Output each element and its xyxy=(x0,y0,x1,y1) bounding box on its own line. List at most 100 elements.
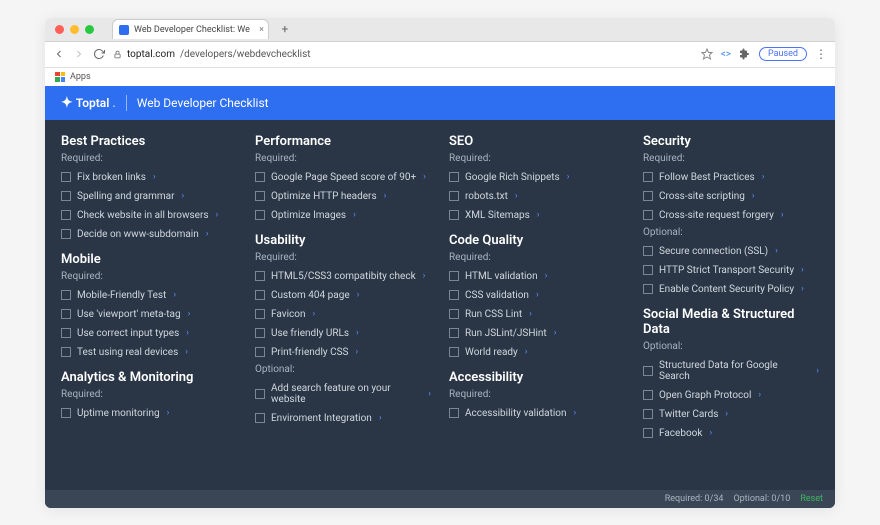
checkbox-icon[interactable] xyxy=(255,172,265,182)
chevron-right-icon[interactable]: › xyxy=(567,172,570,182)
checklist-item[interactable]: Test using real devices› xyxy=(61,345,237,360)
chevron-right-icon[interactable]: › xyxy=(384,191,387,201)
chevron-right-icon[interactable]: › xyxy=(758,390,761,400)
checklist-item[interactable]: Cross-site scripting› xyxy=(643,189,819,204)
checkbox-icon[interactable] xyxy=(61,290,71,300)
checklist-item[interactable]: Run CSS Lint› xyxy=(449,307,625,322)
checkbox-icon[interactable] xyxy=(449,347,459,357)
checklist-item[interactable]: Enable Content Security Policy› xyxy=(643,282,819,297)
checkbox-icon[interactable] xyxy=(449,191,459,201)
chevron-right-icon[interactable]: › xyxy=(423,172,426,182)
chevron-right-icon[interactable]: › xyxy=(153,172,156,182)
checkbox-icon[interactable] xyxy=(255,309,265,319)
chevron-right-icon[interactable]: › xyxy=(816,366,819,376)
chevron-right-icon[interactable]: › xyxy=(173,290,176,300)
url-field[interactable]: toptal.com/developers/webdevchecklist xyxy=(113,49,693,60)
traffic-max-icon[interactable] xyxy=(85,25,94,34)
apps-label[interactable]: Apps xyxy=(70,72,91,82)
brand-logo[interactable]: ✦ Toptal. xyxy=(61,95,116,111)
forward-icon[interactable] xyxy=(73,48,85,60)
checklist-item[interactable]: Optimize Images› xyxy=(255,208,431,223)
checkbox-icon[interactable] xyxy=(449,172,459,182)
checkbox-icon[interactable] xyxy=(255,271,265,281)
checkbox-icon[interactable] xyxy=(255,413,265,423)
checkbox-icon[interactable] xyxy=(643,191,653,201)
checkbox-icon[interactable] xyxy=(61,191,71,201)
checkbox-icon[interactable] xyxy=(643,284,653,294)
checkbox-icon[interactable] xyxy=(61,408,71,418)
checkbox-icon[interactable] xyxy=(449,210,459,220)
apps-icon[interactable] xyxy=(55,72,65,82)
chevron-right-icon[interactable]: › xyxy=(781,210,784,220)
checkbox-icon[interactable] xyxy=(449,290,459,300)
new-tab-button[interactable]: + xyxy=(275,22,295,36)
chevron-right-icon[interactable]: › xyxy=(801,265,804,275)
chevron-right-icon[interactable]: › xyxy=(428,389,431,399)
reset-link[interactable]: Reset xyxy=(800,494,823,504)
chevron-right-icon[interactable]: › xyxy=(216,210,219,220)
checkbox-icon[interactable] xyxy=(449,271,459,281)
chevron-right-icon[interactable]: › xyxy=(515,191,518,201)
checklist-item[interactable]: Run JSLint/JSHint› xyxy=(449,326,625,341)
checklist-item[interactable]: HTTP Strict Transport Security› xyxy=(643,263,819,278)
chevron-right-icon[interactable]: › xyxy=(312,309,315,319)
checkbox-icon[interactable] xyxy=(643,172,653,182)
chevron-right-icon[interactable]: › xyxy=(554,328,557,338)
checkbox-icon[interactable] xyxy=(61,210,71,220)
chevron-right-icon[interactable]: › xyxy=(181,191,184,201)
checklist-item[interactable]: CSS validation› xyxy=(449,288,625,303)
checklist-item[interactable]: Google Rich Snippets› xyxy=(449,170,625,185)
chevron-right-icon[interactable]: › xyxy=(574,408,577,418)
traffic-close-icon[interactable] xyxy=(55,25,64,34)
checkbox-icon[interactable] xyxy=(255,191,265,201)
chevron-right-icon[interactable]: › xyxy=(188,309,191,319)
checkbox-icon[interactable] xyxy=(255,347,265,357)
chevron-right-icon[interactable]: › xyxy=(355,347,358,357)
checkbox-icon[interactable] xyxy=(643,409,653,419)
checklist-item[interactable]: Decide on www-subdomain› xyxy=(61,227,237,242)
chevron-right-icon[interactable]: › xyxy=(353,210,356,220)
checkbox-icon[interactable] xyxy=(255,210,265,220)
checkbox-icon[interactable] xyxy=(255,328,265,338)
chevron-right-icon[interactable]: › xyxy=(525,347,528,357)
checklist-item[interactable]: Facebook› xyxy=(643,426,819,441)
checkbox-icon[interactable] xyxy=(255,389,265,399)
chevron-right-icon[interactable]: › xyxy=(357,290,360,300)
checklist-item[interactable]: Use correct input types› xyxy=(61,326,237,341)
chevron-right-icon[interactable]: › xyxy=(185,347,188,357)
checklist-item[interactable]: Uptime monitoring› xyxy=(61,406,237,421)
checkbox-icon[interactable] xyxy=(643,366,653,376)
checkbox-icon[interactable] xyxy=(61,172,71,182)
checkbox-icon[interactable] xyxy=(449,408,459,418)
menu-icon[interactable]: ⋮ xyxy=(815,47,827,61)
checkbox-icon[interactable] xyxy=(643,265,653,275)
checkbox-icon[interactable] xyxy=(61,229,71,239)
checkbox-icon[interactable] xyxy=(255,290,265,300)
dev-icon[interactable]: <> xyxy=(721,49,731,60)
checklist-item[interactable]: Use 'viewport' meta-tag› xyxy=(61,307,237,322)
checkbox-icon[interactable] xyxy=(643,428,653,438)
chevron-right-icon[interactable]: › xyxy=(545,271,548,281)
chevron-right-icon[interactable]: › xyxy=(752,191,755,201)
checklist-item[interactable]: Optimize HTTP headers› xyxy=(255,189,431,204)
checklist-item[interactable]: Custom 404 page› xyxy=(255,288,431,303)
checkbox-icon[interactable] xyxy=(61,328,71,338)
checklist-item[interactable]: Spelling and grammar› xyxy=(61,189,237,204)
checklist-item[interactable]: Favicon› xyxy=(255,307,431,322)
chevron-right-icon[interactable]: › xyxy=(762,172,765,182)
browser-tab[interactable]: Web Developer Checklist: We × xyxy=(112,19,269,39)
chevron-right-icon[interactable]: › xyxy=(801,284,804,294)
chevron-right-icon[interactable]: › xyxy=(186,328,189,338)
chevron-right-icon[interactable]: › xyxy=(536,290,539,300)
checklist-item[interactable]: Mobile-Friendly Test› xyxy=(61,288,237,303)
checklist-item[interactable]: XML Sitemaps› xyxy=(449,208,625,223)
checklist-item[interactable]: HTML5/CSS3 compatibity check› xyxy=(255,269,431,284)
checklist-item[interactable]: Open Graph Protocol› xyxy=(643,388,819,403)
chevron-right-icon[interactable]: › xyxy=(356,328,359,338)
checklist-item[interactable]: World ready› xyxy=(449,345,625,360)
chevron-right-icon[interactable]: › xyxy=(423,271,426,281)
checklist-item[interactable]: Follow Best Practices› xyxy=(643,170,819,185)
checkbox-icon[interactable] xyxy=(61,309,71,319)
checklist-item[interactable]: Accessibility validation› xyxy=(449,406,625,421)
tab-close-icon[interactable]: × xyxy=(259,25,264,35)
